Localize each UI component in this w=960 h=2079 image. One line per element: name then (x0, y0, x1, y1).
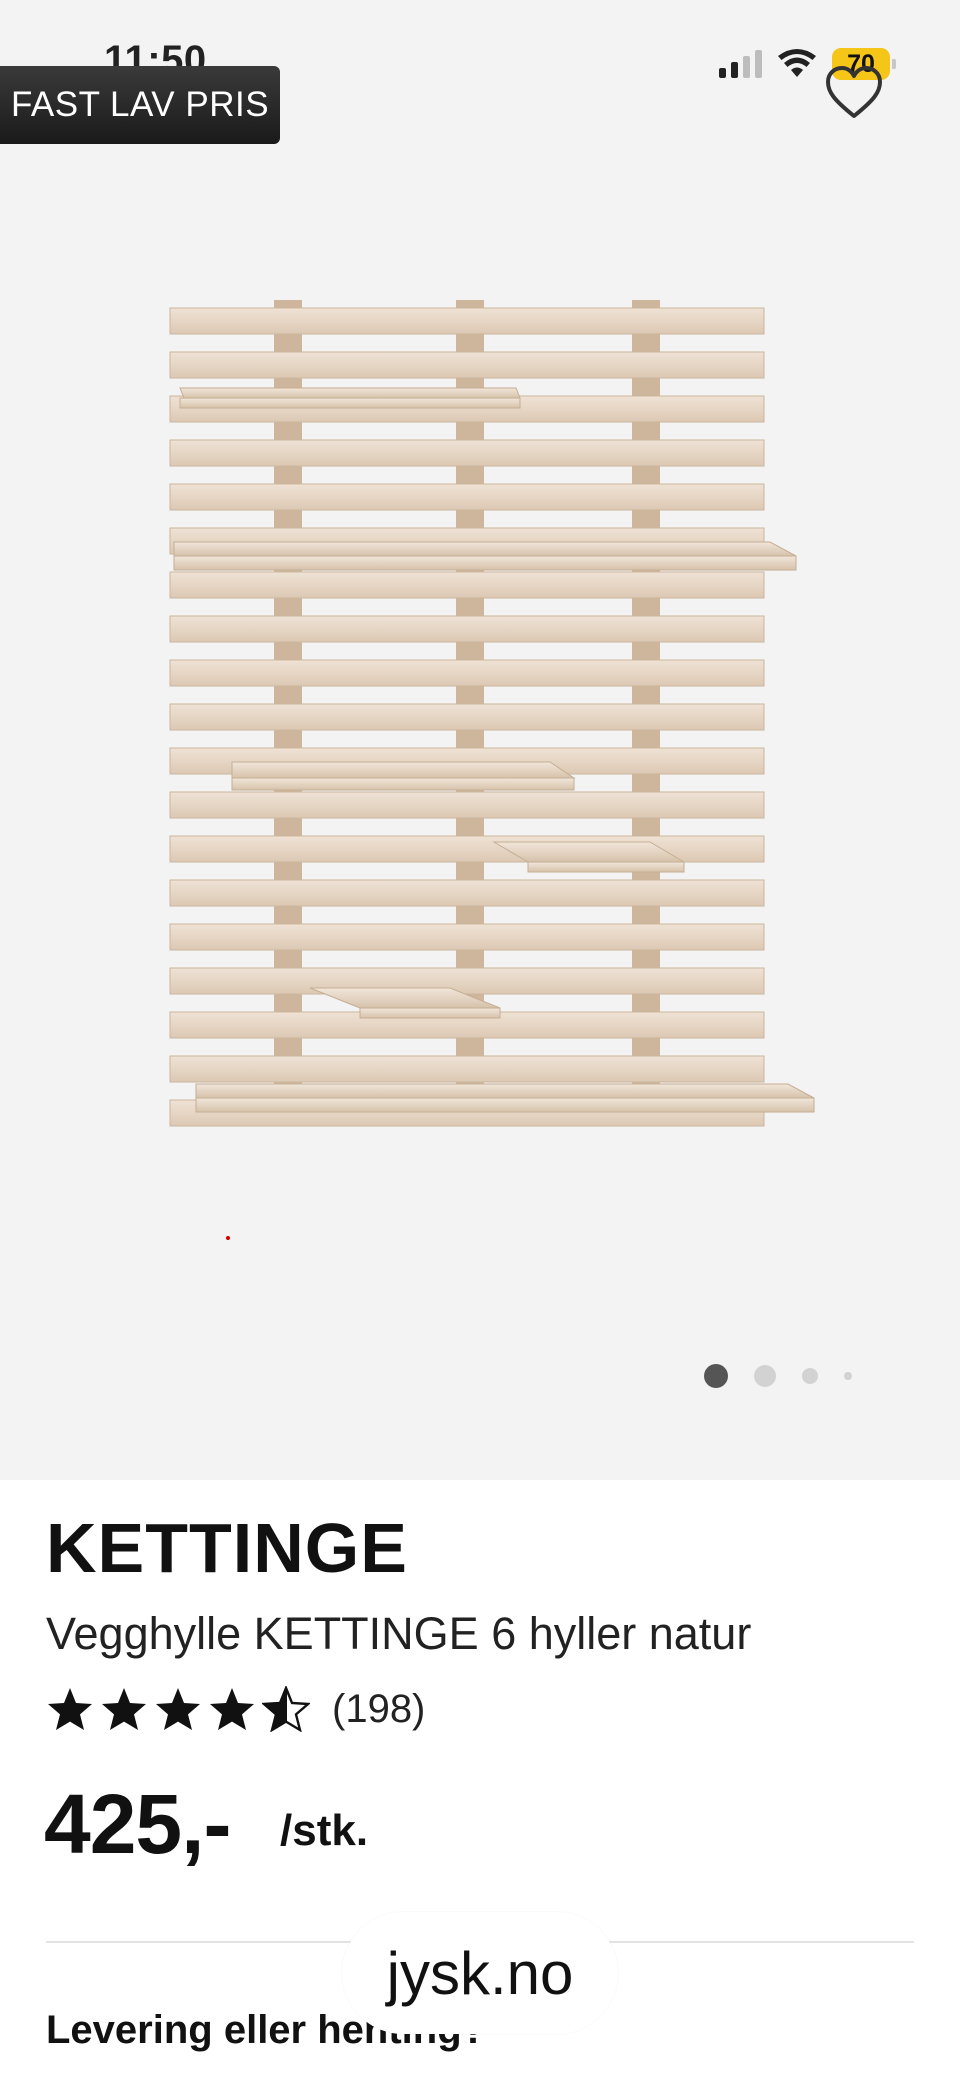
product-brand: KETTINGE (46, 1509, 408, 1587)
browser-url-bar[interactable]: jysk.no (342, 1912, 618, 2034)
star-icon (156, 1688, 200, 1730)
star-icon (210, 1688, 254, 1730)
gallery-pagination[interactable] (704, 1364, 852, 1388)
product-price: 425,- (44, 1777, 231, 1871)
promo-badge: FAST LAV PRIS (0, 66, 280, 144)
half-star-icon (262, 1686, 310, 1732)
signal-icon (719, 50, 762, 78)
product-image-gallery[interactable]: 11:50 70 FAST LAV PRIS (0, 0, 960, 1480)
gallery-dot-4[interactable] (844, 1372, 852, 1380)
product-name: Vegghylle KETTINGE 6 hyller natur (46, 1608, 752, 1659)
rating-stars (46, 1686, 310, 1732)
gallery-dot-1[interactable] (704, 1364, 728, 1388)
gallery-dot-3[interactable] (802, 1368, 818, 1384)
favorite-heart-icon[interactable] (824, 64, 884, 120)
product-image (169, 300, 815, 1127)
price-unit: /stk. (280, 1806, 369, 1855)
review-count[interactable]: (198) (332, 1687, 425, 1732)
gallery-dot-2[interactable] (754, 1365, 776, 1387)
image-marker (226, 1236, 230, 1240)
star-icon (102, 1688, 146, 1730)
wifi-icon (778, 49, 816, 77)
star-icon (48, 1688, 92, 1730)
product-rating[interactable]: (198) (46, 1686, 425, 1732)
